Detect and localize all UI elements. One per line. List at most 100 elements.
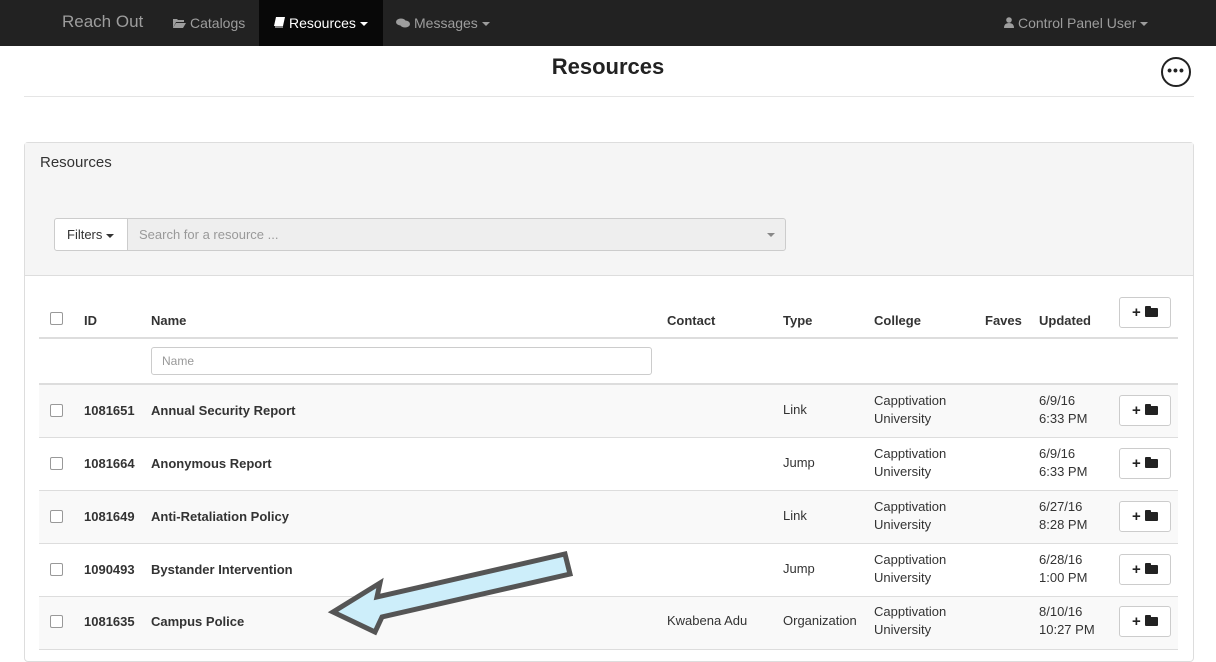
row-updated: 6/27/16 8:28 PM [1039,498,1087,534]
row-college-line-1: Capptivation [874,604,947,619]
row-college: Capptivation University [874,603,946,639]
nav-catalogs-label: Catalogs [190,15,246,31]
column-header-name[interactable]: Name [151,313,186,328]
row-college-line-1: Capptivation [874,393,947,408]
row-updated-time: 10:27 PM [1039,622,1095,637]
folder-icon [1145,615,1158,626]
row-college: Capptivation University [874,498,946,534]
row-updated: 6/9/16 6:33 PM [1039,392,1087,428]
add-to-folder-button[interactable]: + [1119,448,1171,479]
row-college-line-1: Capptivation [874,446,947,461]
table-row[interactable]: 1081651 Annual Security Report Link Capp… [39,385,1178,438]
row-updated: 6/9/16 6:33 PM [1039,445,1087,481]
row-college-line-2: University [874,464,932,479]
row-type: Organization [783,613,857,628]
filters-button[interactable]: Filters [54,218,128,251]
add-to-folder-button[interactable]: + [1119,395,1171,426]
caret-down-icon [481,22,490,27]
page-title: Resources [551,54,665,79]
column-header-college[interactable]: College [874,313,921,328]
caret-down-icon [359,22,368,27]
folder-icon [1145,563,1158,574]
column-header-id[interactable]: ID [84,313,97,328]
folder-open-icon [173,1,186,47]
nav-resources-label: Resources [289,15,356,31]
plus-icon: + [1132,561,1141,578]
row-id: 1081651 [84,403,135,418]
table-row[interactable]: 1081649 Anti-Retaliation Policy Link Cap… [39,491,1178,544]
row-college-line-2: University [874,570,932,585]
row-updated: 6/28/16 1:00 PM [1039,551,1087,587]
row-type: Jump [783,561,815,576]
header-divider [24,96,1194,97]
panel-title: Resources [40,154,112,171]
row-checkbox[interactable] [50,404,63,417]
row-updated-date: 8/10/16 [1039,604,1083,619]
add-to-folder-button[interactable]: + [1119,606,1171,637]
row-college: Capptivation University [874,445,946,481]
nav-resources[interactable]: Resources [259,0,383,46]
table-row[interactable]: 1081635 Campus Police Kwabena Adu Organi… [39,597,1178,650]
row-id: 1090493 [84,562,135,577]
row-college-line-2: University [874,622,932,637]
search-placeholder: Search for a resource ... [139,227,279,242]
plus-icon: + [1132,402,1141,419]
resource-search-select[interactable]: Search for a resource ... [127,218,786,251]
row-updated-time: 1:00 PM [1039,570,1088,585]
table-row[interactable]: 1090493 Bystander Intervention Jump Capp… [39,544,1178,597]
nav-catalogs[interactable]: Catalogs [173,0,245,46]
row-name[interactable]: Campus Police [151,614,244,629]
row-id: 1081635 [84,614,135,629]
user-menu[interactable]: Control Panel User [1004,0,1149,47]
caret-down-icon [767,233,775,237]
plus-icon: + [1132,613,1141,630]
add-to-folder-button[interactable]: + [1119,501,1171,532]
add-to-folder-button[interactable]: + [1119,554,1171,585]
row-updated: 8/10/16 10:27 PM [1039,603,1095,639]
more-options-button[interactable]: ••• [1161,57,1191,87]
row-updated-time: 6:33 PM [1039,411,1088,426]
row-college-line-2: University [874,411,932,426]
select-all-checkbox[interactable] [50,312,63,325]
table-row[interactable]: 1081664 Anonymous Report Jump Capptivati… [39,438,1178,491]
add-to-folder-button[interactable]: + [1119,297,1171,328]
column-header-type[interactable]: Type [783,313,812,328]
row-updated-time: 6:33 PM [1039,464,1088,479]
row-updated-time: 8:28 PM [1039,517,1088,532]
row-college-line-1: Capptivation [874,499,947,514]
name-filter-input[interactable]: Name [151,347,652,375]
comments-icon [396,1,410,47]
filters-label: Filters [67,227,103,242]
row-checkbox[interactable] [50,510,63,523]
row-college: Capptivation University [874,551,946,587]
row-type: Link [783,508,807,523]
row-updated-date: 6/9/16 [1039,393,1076,408]
row-checkbox[interactable] [50,457,63,470]
row-college: Capptivation University [874,392,946,428]
column-header-contact[interactable]: Contact [667,313,715,328]
user-icon [1004,1,1014,47]
panel-heading: Resources Filters Search for a resource … [25,143,1193,276]
plus-icon: + [1132,304,1141,321]
row-id: 1081649 [84,509,135,524]
book-icon [274,1,285,47]
row-checkbox[interactable] [50,615,63,628]
folder-icon [1145,404,1158,415]
row-name[interactable]: Bystander Intervention [151,562,293,577]
brand-link[interactable]: Reach Out [62,12,143,32]
caret-down-icon [1140,22,1149,27]
folder-icon [1145,457,1158,468]
column-header-faves[interactable]: Faves [985,313,1022,328]
table-header-divider [39,337,1178,339]
caret-down-icon [106,233,115,238]
row-name[interactable]: Anti-Retaliation Policy [151,509,289,524]
row-checkbox[interactable] [50,563,63,576]
row-name[interactable]: Annual Security Report [151,403,295,418]
nav-messages-label: Messages [414,15,478,31]
row-id: 1081664 [84,456,135,471]
nav-messages[interactable]: Messages [396,0,490,46]
row-updated-date: 6/9/16 [1039,446,1076,461]
plus-icon: + [1132,508,1141,525]
column-header-updated[interactable]: Updated [1039,313,1091,328]
row-name[interactable]: Anonymous Report [151,456,272,471]
